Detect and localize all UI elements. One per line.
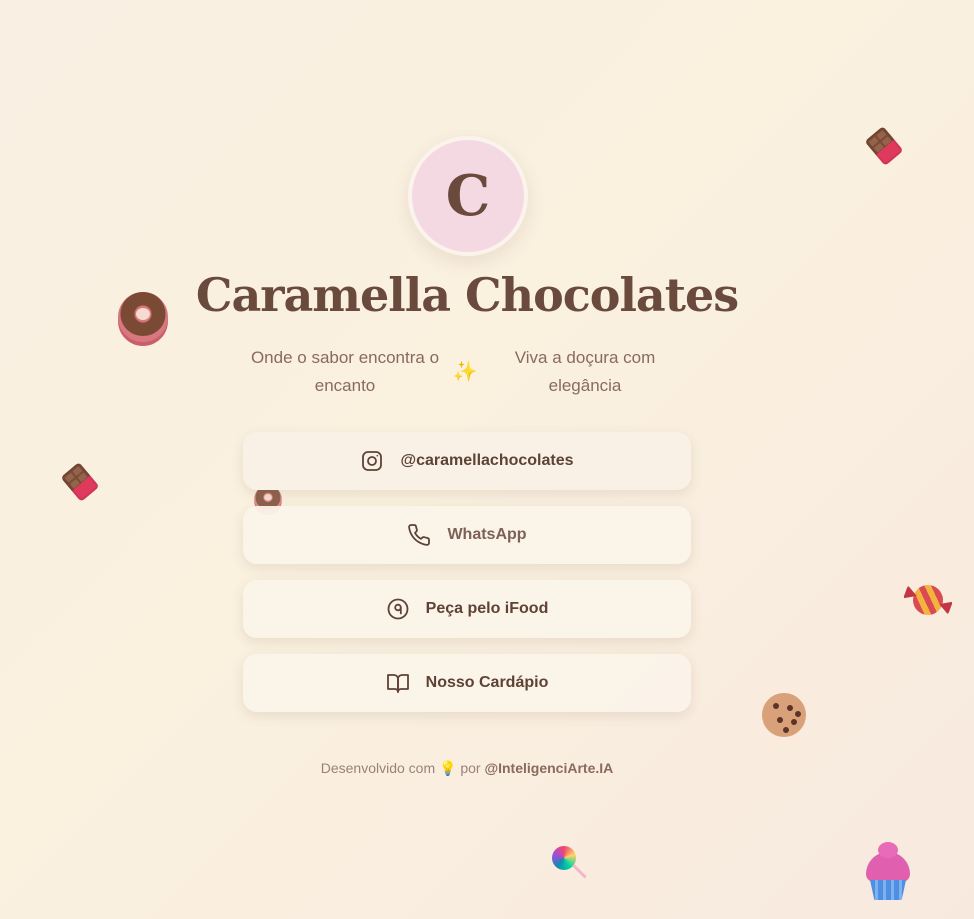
book-icon: [386, 674, 409, 693]
footer-handle-link[interactable]: @InteligenciArte.IA: [484, 760, 613, 776]
lollipop-stick: [572, 863, 587, 879]
instagram-link-label: @caramellachocolates: [400, 452, 574, 469]
ifood-link-label: Peça pelo iFood: [425, 600, 549, 617]
cupcake-frosting: [866, 852, 910, 882]
tagline-right: Viva a doçura com elegância: [514, 348, 656, 395]
lightbulb-icon: 💡: [439, 760, 457, 776]
menu-link-button[interactable]: Nosso Cardápio: [243, 654, 691, 712]
whatsapp-link-label: WhatsApp: [447, 526, 527, 543]
page-title: Caramella Chocolates: [195, 268, 739, 322]
link-list: @caramellachocolates WhatsApp Peça pelo …: [243, 432, 691, 728]
cupcake-icon: [866, 852, 910, 900]
sparkle-icon: ✨: [452, 361, 478, 383]
footer: Desenvolvido com 💡 por @InteligenciArte.…: [0, 760, 934, 777]
ifood-link-button[interactable]: Peça pelo iFood: [243, 580, 691, 638]
instagram-link-button[interactable]: @caramellachocolates: [243, 432, 691, 490]
avatar-letter: C: [445, 163, 491, 229]
instagram-icon: [362, 451, 383, 471]
ifood-icon: [387, 598, 409, 620]
footer-prefix: Desenvolvido com: [320, 760, 436, 776]
chocolate-bar-icon: [864, 126, 904, 166]
tagline: Onde o sabor encontra o encanto ✨ Viva a…: [240, 344, 690, 400]
whatsapp-link-button[interactable]: WhatsApp: [243, 506, 691, 564]
tagline-left: Onde o sabor encontra o encanto: [250, 348, 440, 395]
candy-icon: [908, 580, 948, 620]
menu-link-label: Nosso Cardápio: [425, 674, 549, 691]
cookie-icon: [762, 693, 806, 737]
cupcake-wrapper: [870, 880, 906, 900]
lollipop-icon: [552, 846, 592, 886]
avatar: C: [408, 136, 528, 256]
chocolate-bar-icon: [60, 462, 100, 502]
phone-icon: [408, 524, 431, 546]
footer-middle: por: [460, 760, 481, 776]
